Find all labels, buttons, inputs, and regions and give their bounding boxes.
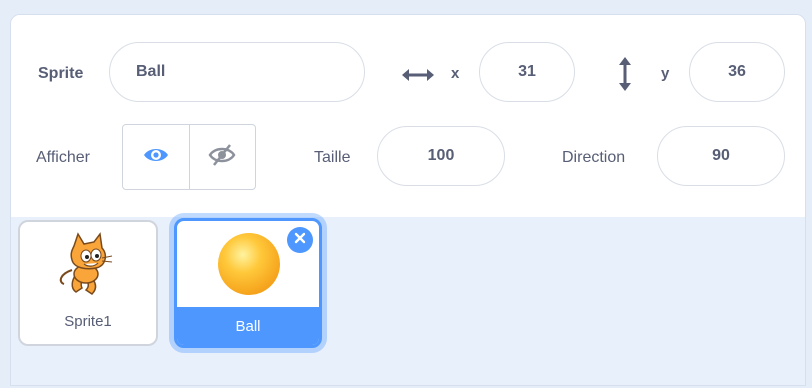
size-label: Taille [314,149,351,166]
eye-slash-icon [208,143,236,172]
y-label: y [661,65,670,82]
eye-icon [143,146,169,169]
sprite-name-value: Ball [136,63,166,80]
sprite-name-label: Sprite [38,65,84,82]
cat-costume-icon [52,230,124,307]
size-field[interactable]: 100 [377,126,505,186]
close-icon [294,231,306,249]
x-label: x [451,65,460,82]
y-position-field[interactable]: 36 [689,42,785,102]
y-position-value: 36 [728,63,746,80]
sprite-tile-label: Sprite1 [64,313,112,330]
sprite-tile-ball[interactable]: Ball [174,218,322,348]
x-position-field[interactable]: 31 [479,42,575,102]
show-sprite-button[interactable] [123,125,189,189]
direction-label: Direction [562,149,626,166]
size-value: 100 [427,147,455,164]
direction-field[interactable]: 90 [657,126,785,186]
ball-costume-icon [216,231,282,302]
show-label: Afficher [36,149,90,166]
x-position-icon [401,65,435,85]
delete-sprite-button[interactable] [287,227,313,253]
visibility-toggle [122,124,256,190]
y-position-icon [615,55,635,93]
sprite-info-panel: Sprite Ball x 31 y 36 Afficher Taille 10… [11,15,805,218]
sprite-name-field[interactable]: Ball [109,42,365,102]
direction-value: 90 [712,147,730,164]
sprite-tile-sprite1[interactable]: Sprite1 [18,220,158,346]
hide-sprite-button[interactable] [188,125,256,189]
sprite-tile-label: Ball [235,318,261,335]
x-position-value: 31 [518,63,536,80]
